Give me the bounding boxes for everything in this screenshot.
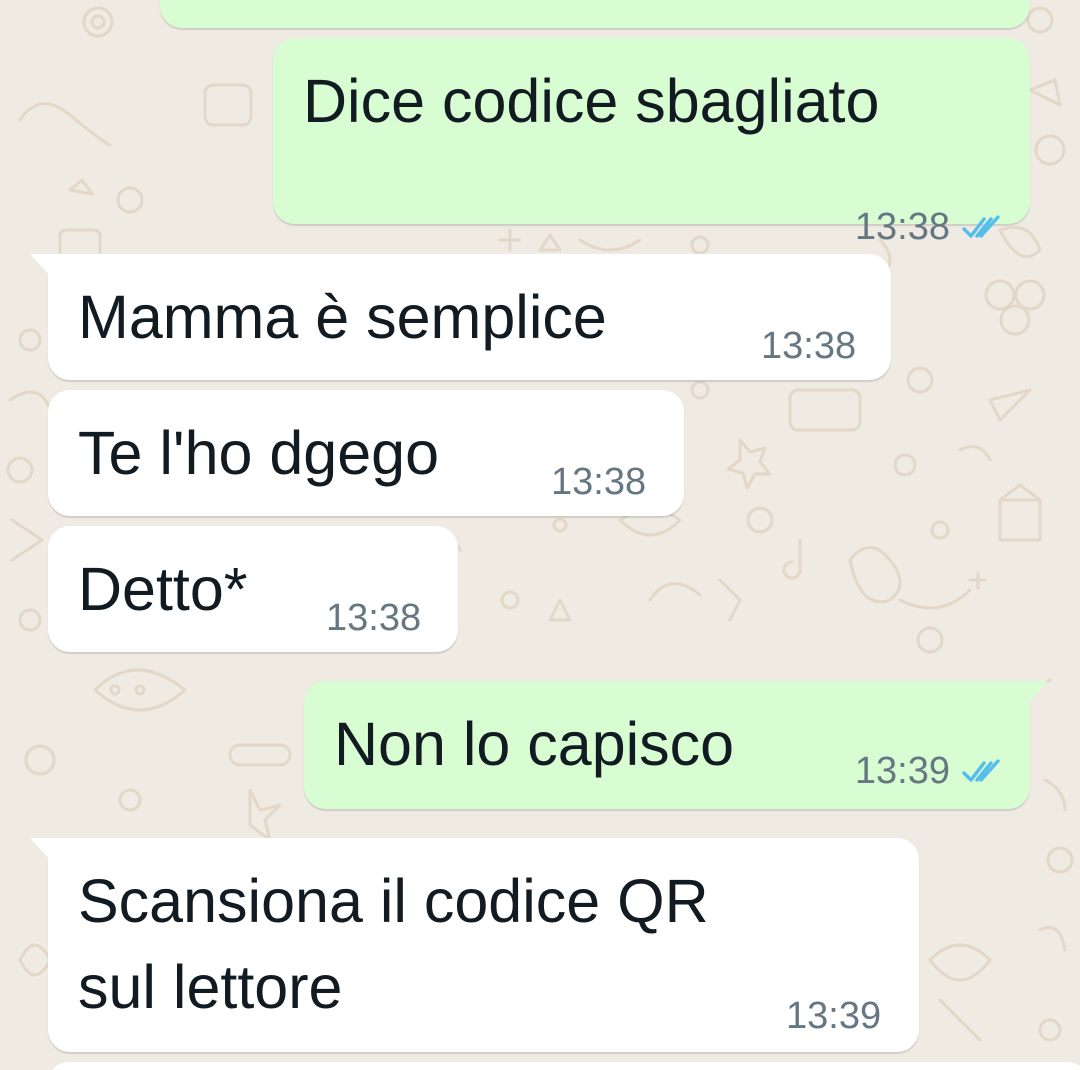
incoming-message-bubble[interactable]: Scansiona il codice QR sul lettore 13:39 [30, 838, 919, 1052]
outgoing-message-bubble[interactable]: Non lo capisco 13:39 [304, 681, 1048, 809]
message-time: 13:38 [854, 206, 950, 248]
message-time: 13:38 [761, 325, 857, 367]
message-text: Dice codice sbagliato [303, 67, 880, 135]
message-time: 13:39 [786, 995, 882, 1037]
read-double-check-icon [962, 759, 1000, 782]
message-text: Mamma è semplice [78, 283, 607, 351]
bubble-tail [30, 838, 52, 862]
message-text: Non lo capisco [334, 710, 735, 778]
message-text-line: Scansiona il codice QR [78, 867, 709, 935]
message-time: 13:38 [551, 461, 647, 503]
incoming-message-bubble-partial[interactable] [48, 1062, 1080, 1070]
incoming-message-bubble[interactable]: Mamma è semplice 13:38 [30, 254, 891, 380]
message-text: Detto* [78, 555, 248, 623]
message-text-line: sul lettore [78, 953, 343, 1021]
read-double-check-icon [962, 215, 1000, 238]
message-meta: 13:38 [855, 205, 1004, 249]
message-time: 13:38 [326, 597, 422, 639]
message-time: 13:39 [854, 750, 950, 792]
outgoing-message-bubble[interactable]: Dice codice sbagliato 13:38 [273, 38, 1030, 248]
bubble-tail [1026, 681, 1048, 705]
outgoing-message-bubble-partial[interactable] [160, 0, 1030, 28]
bubble-tail [30, 254, 52, 278]
message-meta: 13:39 [855, 749, 1004, 793]
incoming-message-bubble[interactable]: Te l'ho dgego 13:38 [48, 390, 684, 516]
message-text: Te l'ho dgego [78, 419, 439, 487]
incoming-message-bubble[interactable]: Detto* 13:38 [48, 526, 458, 652]
